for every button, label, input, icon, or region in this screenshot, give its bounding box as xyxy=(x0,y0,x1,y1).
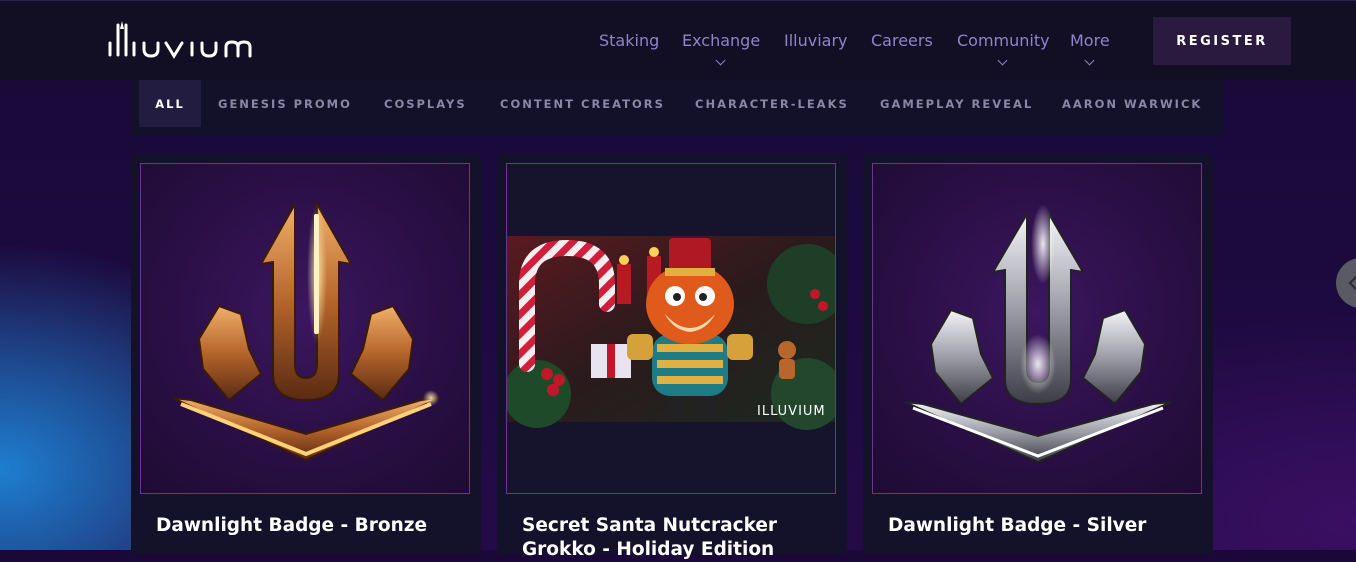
news-card[interactable]: Dawnlight Badge - Silver xyxy=(863,154,1213,554)
filter-content-creators[interactable]: CONTENT CREATORS xyxy=(500,80,665,127)
nav-label: Careers xyxy=(871,31,933,50)
site-header: Staking Exchange Illuviary Careers Commu… xyxy=(0,0,1356,80)
filter-genesis-promo[interactable]: GENESIS PROMO xyxy=(218,80,352,127)
badge-artwork xyxy=(172,200,440,462)
filter-aaron-warwick[interactable]: AARON WARWICK xyxy=(1062,80,1202,127)
register-button[interactable]: REGISTER xyxy=(1153,17,1291,65)
badge-artwork xyxy=(904,204,1172,464)
nav-label: Exchange xyxy=(682,31,761,50)
chevron-left-icon xyxy=(1348,274,1356,292)
carousel-handle[interactable] xyxy=(1336,258,1356,308)
card-title[interactable]: Dawnlight Badge - Silver xyxy=(888,514,1198,538)
chevron-down-icon xyxy=(1084,55,1095,66)
nav-label: Community xyxy=(957,31,1050,50)
card-title[interactable]: Secret Santa Nutcracker Grokko - Holiday… xyxy=(522,514,832,562)
nav-label: Staking xyxy=(599,31,660,50)
silver-badge-image[interactable] xyxy=(872,163,1202,494)
watermark-text: ILLUVIUM xyxy=(757,404,826,419)
nav-illuviary[interactable]: Illuviary xyxy=(784,31,848,50)
nutcracker-grokko-image[interactable]: ILLUVIUM xyxy=(506,163,836,494)
illuvium-logo[interactable] xyxy=(106,19,266,65)
illuvium-logo-icon xyxy=(108,21,252,59)
filter-cosplays[interactable]: COSPLAYS xyxy=(384,80,467,127)
bronze-badge-image[interactable] xyxy=(140,163,470,494)
filter-character-leaks[interactable]: CHARACTER-LEAKS xyxy=(695,80,849,127)
news-card[interactable]: ILLUVIUM Secret Santa Nutcracker Grokko … xyxy=(497,154,847,560)
card-title[interactable]: Dawnlight Badge - Bronze xyxy=(156,514,466,538)
nav-careers[interactable]: Careers xyxy=(871,31,933,50)
nav-exchange[interactable]: Exchange xyxy=(682,31,761,66)
nav-more[interactable]: More xyxy=(1070,31,1110,66)
nav-community[interactable]: Community xyxy=(957,31,1050,66)
nav-label: More xyxy=(1070,31,1110,50)
nav-label: Illuviary xyxy=(784,31,848,50)
category-filter-bar: ALL GENESIS PROMO COSPLAYS CONTENT CREAT… xyxy=(132,80,1224,136)
news-card[interactable]: Dawnlight Badge - Bronze xyxy=(131,154,481,554)
filter-all[interactable]: ALL xyxy=(139,80,201,127)
chevron-down-icon xyxy=(715,55,726,66)
nav-staking[interactable]: Staking xyxy=(599,31,659,50)
chevron-down-icon xyxy=(997,55,1008,66)
filter-gameplay-reveal[interactable]: GAMEPLAY REVEAL xyxy=(880,80,1033,127)
nutcracker-artwork: ILLUVIUM xyxy=(507,236,835,430)
